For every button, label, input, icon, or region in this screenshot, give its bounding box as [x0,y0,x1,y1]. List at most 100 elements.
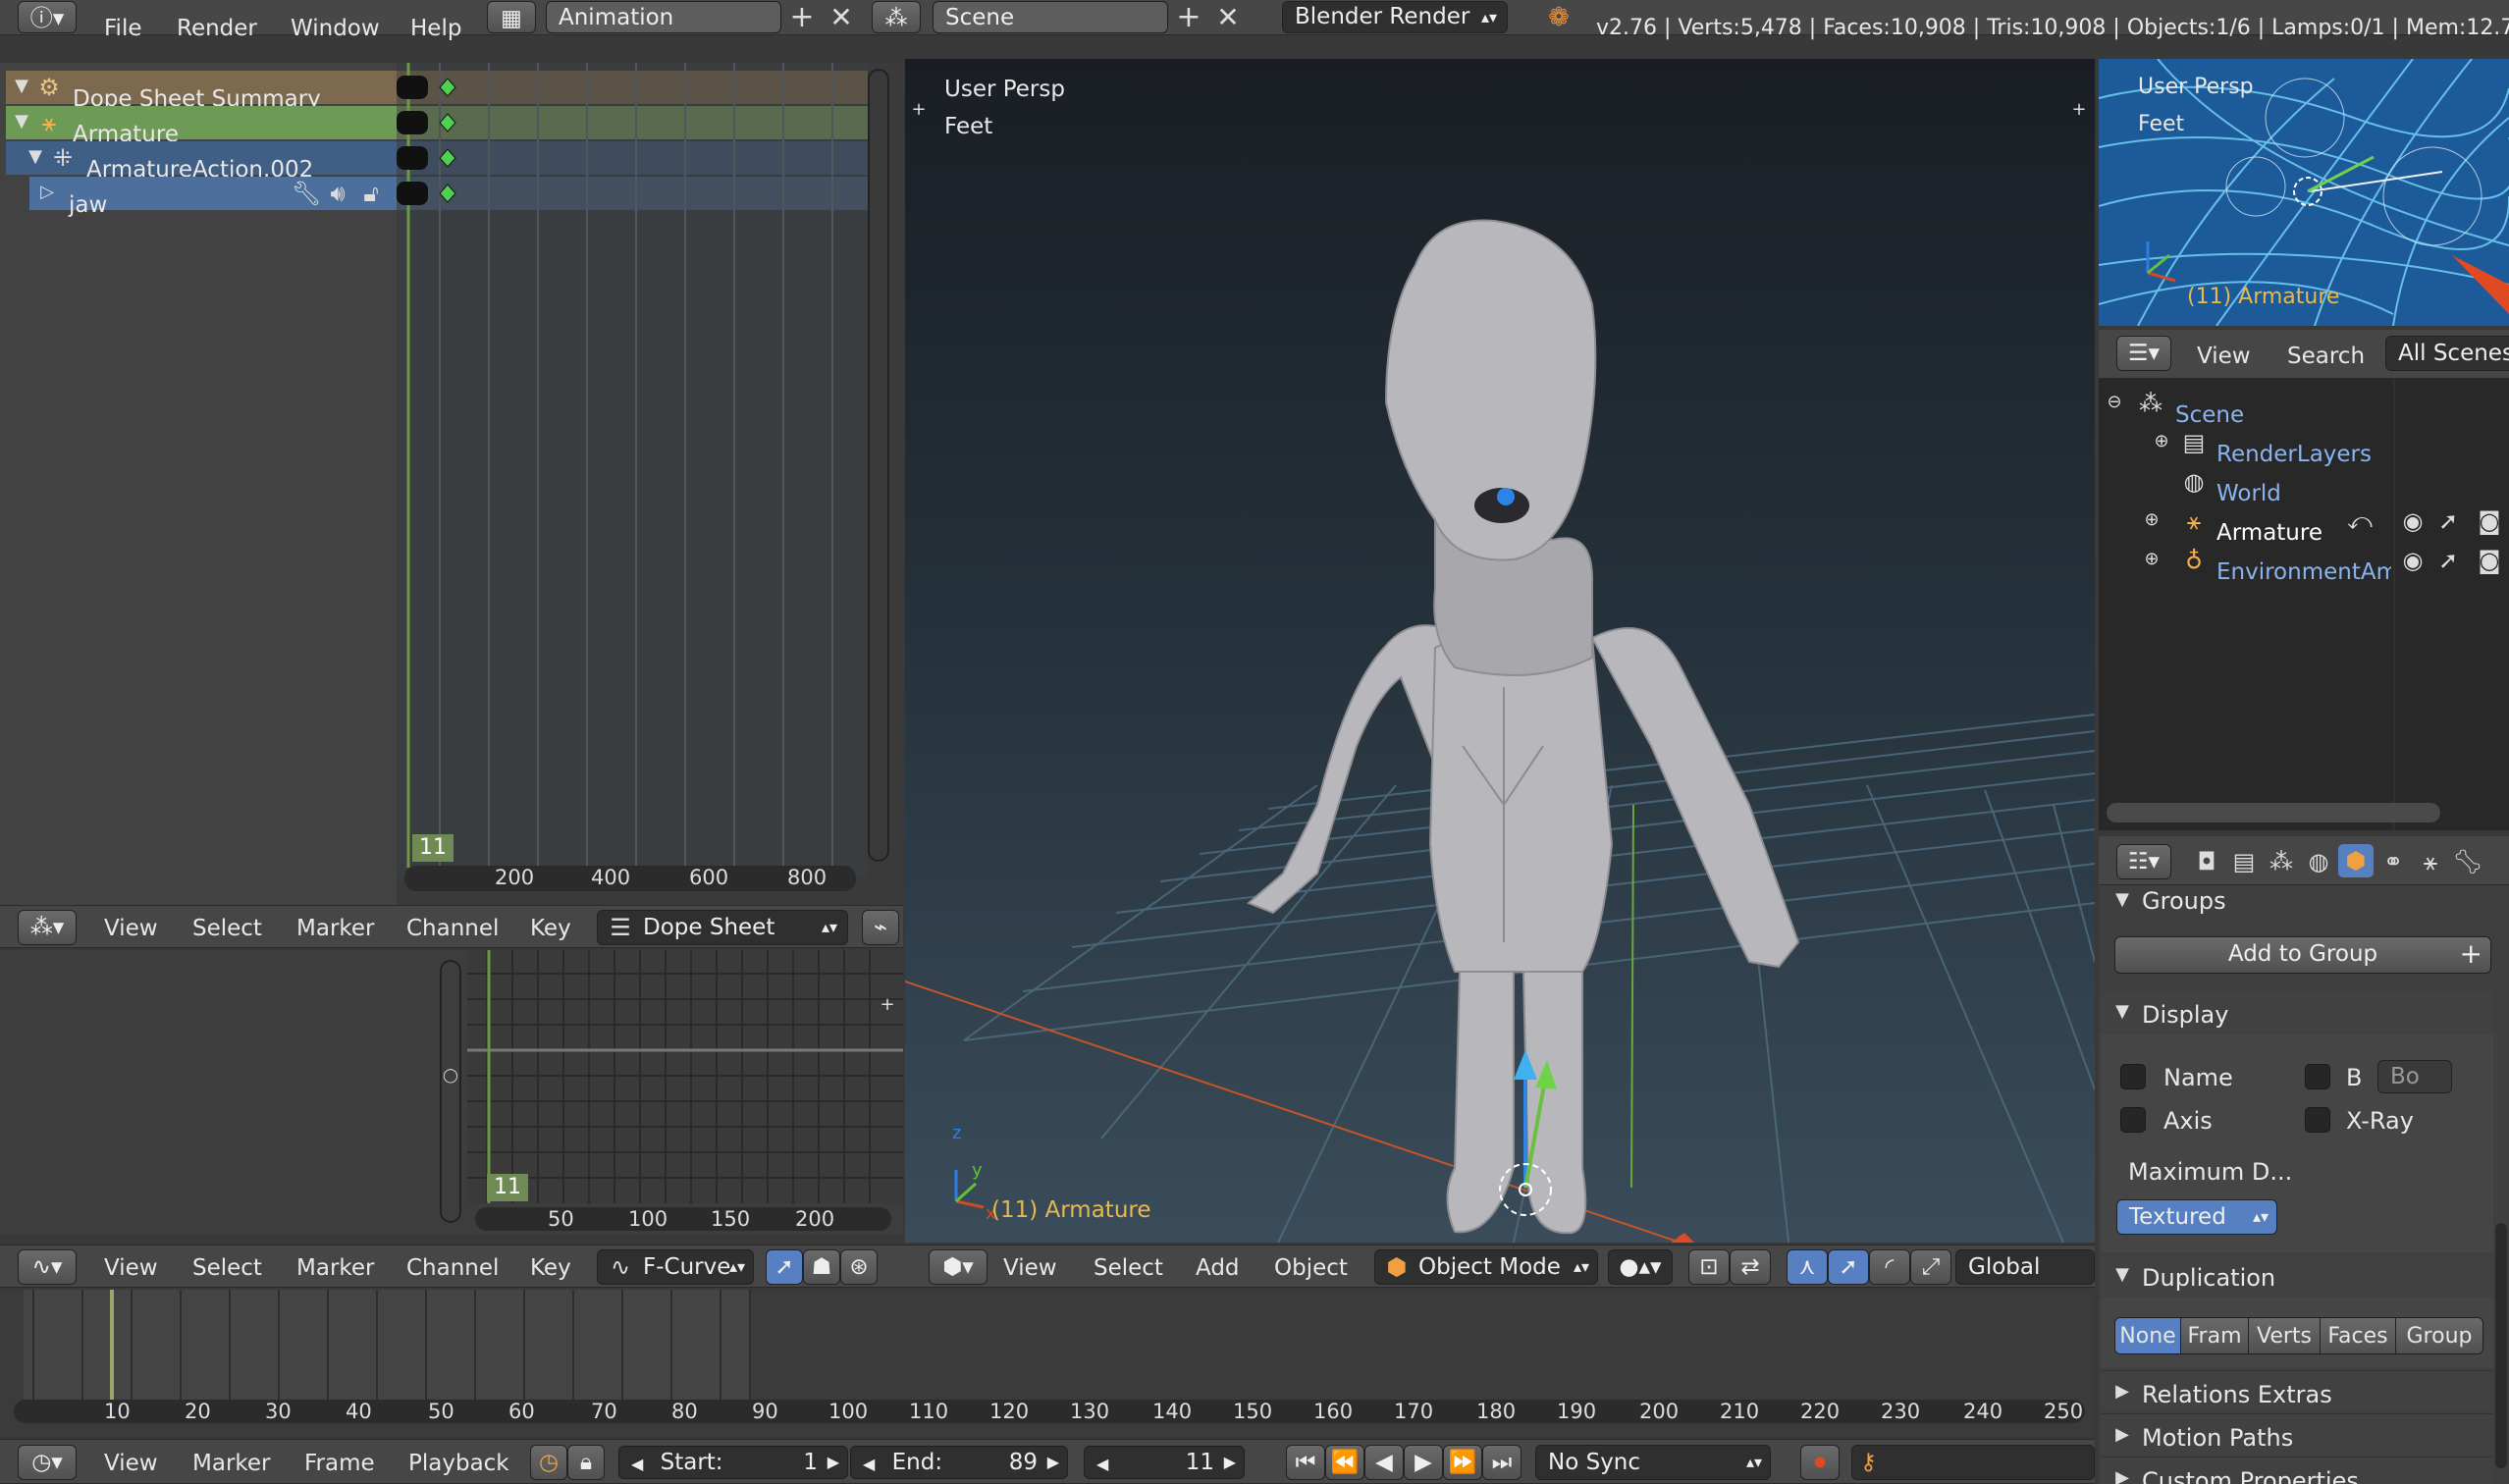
render-engine-select[interactable]: Blender Render ▴▾ [1282,1,1508,33]
dupli-frames-button[interactable]: Fram [2181,1318,2249,1353]
preview-range-toggle[interactable]: ◷ [530,1445,567,1480]
maximum-draw-type-select[interactable]: Textured ▴▾ [2116,1199,2277,1235]
dupli-group-button[interactable]: Group [2396,1318,2482,1353]
menu-marker[interactable]: Marker [192,1453,271,1475]
add-screen-icon[interactable]: + [785,3,819,32]
graph-vertical-scrollbar[interactable]: ◯ [440,960,461,1223]
menu-frame[interactable]: Frame [304,1453,375,1475]
transform-orientation-select[interactable]: Global [1955,1249,2095,1285]
expand-plus-icon[interactable]: ⊕ [2140,508,2163,532]
menu-add[interactable]: Add [1196,1257,1240,1280]
menu-object[interactable]: Object [1274,1257,1348,1280]
dopesheet-frame-ruler[interactable]: 200 400 600 800 [404,866,856,891]
name-checkbox[interactable] [2120,1064,2146,1089]
editor-type-info-button[interactable]: ⓘ▾ [18,1,77,33]
viewport-corner-plus-icon[interactable]: + [909,100,929,120]
only-errors-toggle[interactable]: ⊛ [840,1249,878,1285]
expand-plus-icon[interactable]: ⊕ [2140,548,2163,571]
editor-type-properties-button[interactable]: ☷▾ [2116,844,2171,879]
scrollbar-handle-icon[interactable]: ◯ [442,1066,459,1086]
axis-checkbox[interactable] [2120,1107,2146,1133]
menu-channel[interactable]: Channel [406,1257,499,1280]
screen-layout-browse-button[interactable]: ▦ [487,1,536,33]
bounds-checkbox[interactable] [2305,1064,2330,1089]
play-button[interactable]: ▶ [1404,1445,1443,1480]
dopesheet-mode-select[interactable]: ☰ Dope Sheet ▴▾ [597,910,848,945]
mini-3d-viewport[interactable]: User Persp Feet (11) Armature [2099,59,2509,326]
menu-view[interactable]: View [2197,345,2251,368]
channel-row-armature[interactable]: ▼ ⚹ Armature [6,106,397,146]
properties-scrollbar-track[interactable] [2495,1223,2507,1468]
menu-select[interactable]: Select [1094,1257,1163,1280]
xray-checkbox[interactable] [2305,1107,2330,1133]
menu-view[interactable]: View [104,918,158,940]
groups-panel-header[interactable]: ▼ Groups [2101,885,2493,917]
outliner-row-armature[interactable]: ⊕ ⚹ Armature ⤺ ◉ ➚ ◙ [2099,503,2509,545]
cursor-select-icon[interactable]: ➚ [2434,506,2462,536]
speaker-icon[interactable]: 🔊︎ [324,181,351,206]
pivot-point-button[interactable]: ⊡ [1688,1249,1730,1285]
wrench-icon[interactable]: 🔧︎ [292,181,321,206]
jump-to-start-button[interactable]: ⏮ [1286,1445,1325,1480]
sync-mode-select[interactable]: No Sync ▴▾ [1535,1445,1771,1480]
menu-channel[interactable]: Channel [406,918,499,940]
menu-select[interactable]: Select [192,1257,262,1280]
scene-tab-icon[interactable]: ⁂ [2264,846,2299,877]
data-tab-icon[interactable]: ⚹ [2413,846,2448,877]
channel-row-action[interactable]: ▼ ⁜ ArmatureAction.002 [6,141,397,182]
lock-icon[interactable]: 🔓︎ [357,181,385,206]
camera-render-icon[interactable]: ◙ [2476,546,2503,575]
menu-marker[interactable]: Marker [296,1257,375,1280]
close-screen-icon[interactable]: ✕ [825,3,858,32]
motion-paths-panel-header[interactable]: ▶ Motion Paths [2101,1413,2493,1455]
cursor-select-icon[interactable]: ➚ [2434,546,2462,575]
editor-type-timeline-button[interactable]: ◷▾ [18,1445,77,1480]
jump-to-end-button[interactable]: ⏭ [1482,1445,1521,1480]
current-frame-field[interactable]: ◀ 11 ▶ [1084,1446,1245,1479]
add-to-group-button[interactable]: Add to Group + [2114,936,2491,974]
expand-plus-icon[interactable]: ⊕ [2150,430,2173,453]
3d-viewport[interactable]: z y x + + User Persp Feet (11) Armature [905,59,2095,1243]
outliner-display-mode-select[interactable]: All Scenes [2385,336,2509,371]
scene-field[interactable]: Scene [933,1,1168,33]
graph-toggle-button[interactable]: ⌁ [862,910,899,945]
only-selected-toggle[interactable]: ➚ [766,1249,803,1285]
move-tool-button[interactable]: ➚ [1828,1249,1869,1285]
translate-manipulator-button[interactable]: ⋏ [1787,1249,1828,1285]
dupli-verts-button[interactable]: Verts [2249,1318,2321,1353]
auto-keyframe-button[interactable]: ⏺ [1800,1445,1840,1480]
menu-help[interactable]: Help [410,18,461,40]
pose-icon[interactable]: ⤺ [2346,506,2374,536]
menu-select[interactable]: Select [192,918,262,940]
play-reverse-button[interactable]: ◀ [1364,1445,1404,1480]
graph-corner-plus-icon[interactable]: + [878,995,897,1015]
outliner-row-scene[interactable]: ⊖ ⁂ Scene [2099,385,2509,427]
interaction-mode-select[interactable]: ⬢ Object Mode ▴▾ [1374,1249,1598,1285]
scale-tool-button[interactable]: ⤢ [1910,1249,1951,1285]
eye-icon[interactable]: ◉ [2399,546,2427,575]
editor-type-graph-button[interactable]: ∿▾ [18,1249,77,1285]
world-tab-icon[interactable]: ◍ [2301,846,2336,877]
menu-file[interactable]: File [104,18,142,40]
screen-layout-field[interactable]: Animation [546,1,781,33]
menu-key[interactable]: Key [530,1257,571,1280]
bounds-type-select[interactable]: Bo [2377,1060,2452,1093]
start-frame-field[interactable]: ◀ Start: 1 ▶ [618,1446,848,1479]
graph-curve-area[interactable]: + 11 [467,950,903,1203]
menu-window[interactable]: Window [291,18,380,40]
channel-row-bone[interactable]: ▷ jaw 🔧︎ 🔊︎ 🔓︎ [29,177,397,217]
add-scene-icon[interactable]: + [1172,3,1205,32]
render-tab-icon[interactable]: ◘ [2189,846,2224,877]
collapse-arrow-icon[interactable]: ▼ [10,75,33,98]
menu-key[interactable]: Key [530,918,571,940]
menu-view[interactable]: View [1003,1257,1057,1280]
constraints-tab-icon[interactable]: ⚭ [2376,846,2411,877]
viewport-corner-plus-right-icon[interactable]: + [2069,100,2089,120]
manipulator-toggle-button[interactable]: ⇄ [1730,1249,1771,1285]
dupli-faces-button[interactable]: Faces [2321,1318,2396,1353]
object-tab-icon[interactable]: ⬢ [2338,844,2374,877]
close-scene-icon[interactable]: ✕ [1211,3,1245,32]
editor-type-3d-button[interactable]: ⬢▾ [929,1249,988,1285]
dupli-none-button[interactable]: None [2115,1318,2181,1353]
menu-playback[interactable]: Playback [408,1453,509,1475]
